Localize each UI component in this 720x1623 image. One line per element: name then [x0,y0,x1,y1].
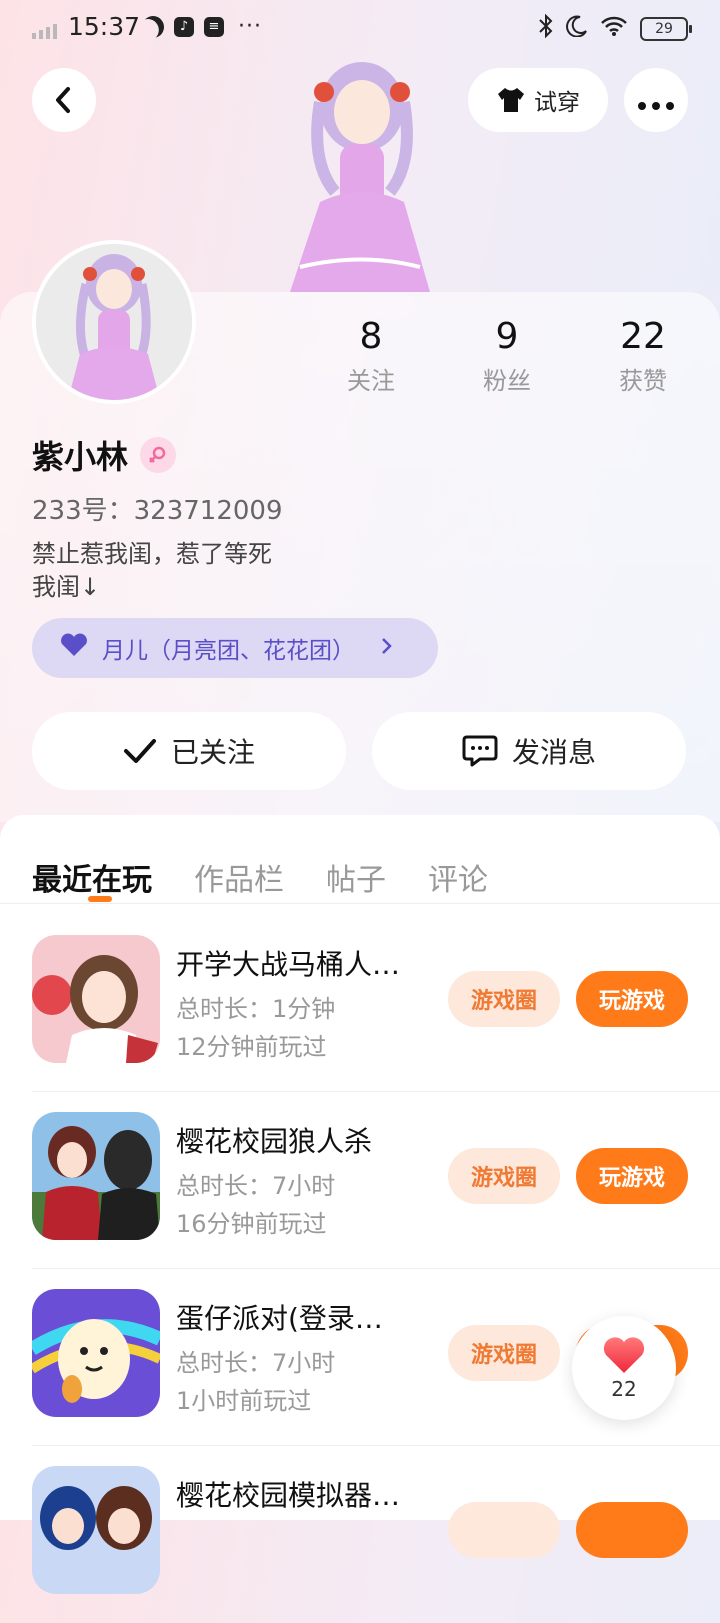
tab-comments[interactable]: 评论 [428,855,488,899]
stat-label: 关注 [347,367,395,395]
game-icon[interactable] [32,1112,160,1240]
stat-label: 获赞 [619,367,667,395]
group-badge[interactable]: 月儿（月亮团、花花团） [32,618,438,678]
game-circle-button[interactable]: 游戏圈 [448,1325,560,1381]
stat-number: 8 [359,316,383,357]
status-bar: 15:37 ♪ ≡ ··· 29 [0,0,720,56]
game-icon[interactable] [32,935,160,1063]
check-icon [123,739,156,763]
battery-icon: 29 [640,16,692,41]
bluetooth-icon [538,13,554,43]
username-row: 紫小林 [32,432,177,478]
chevron-left-icon [56,87,70,113]
play-game-button[interactable]: 玩游戏 [576,1148,688,1204]
stat-followers[interactable]: 9 粉丝 [452,316,562,396]
heart-icon [58,632,90,664]
back-button[interactable] [32,68,96,132]
bio-line: 我闺↓ [32,573,101,601]
avatar-figure[interactable] [280,52,440,292]
username: 紫小林 [32,438,129,476]
game-circle-button[interactable]: 游戏圈 [448,1148,560,1204]
play-game-button[interactable] [576,1502,688,1558]
stat-following[interactable]: 8 关注 [316,316,426,396]
tab-bar: 最近在玩 作品栏 帖子 评论 [32,855,488,899]
divider [0,903,720,904]
tab-posts[interactable]: 帖子 [326,855,386,899]
stat-label: 粉丝 [483,367,531,395]
bio: 禁止惹我闺，惹了等死 我闺↓ [32,538,272,604]
active-tab-indicator [88,896,112,902]
game-duration: 总时长：1分钟 [176,995,336,1023]
more-dots-icon [638,84,674,117]
stat-number: 22 [620,316,666,357]
game-row[interactable]: 樱花校园模拟器… [0,1446,720,1623]
chevron-right-icon [381,636,393,661]
app-notification-icon: ≡ [204,16,224,37]
bio-line: 禁止惹我闺，惹了等死 [32,540,272,568]
game-icon[interactable] [32,1466,160,1594]
like-count: 22 [611,1377,637,1401]
moon-icon [138,11,168,41]
game-row[interactable]: 樱花校园狼人杀 总时长：7小时 16分钟前玩过 游戏圈 玩游戏 [0,1092,720,1269]
try-on-button[interactable]: 试穿 [468,68,608,132]
more-notifications-icon: ··· [238,14,262,39]
game-circle-button[interactable] [448,1502,560,1558]
chat-bubble-icon [462,735,498,767]
game-icon[interactable] [32,1289,160,1417]
tshirt-icon [498,88,524,112]
user-id[interactable]: 233号：323712009 [32,490,283,527]
game-title: 樱花校园模拟器… [176,1479,401,1512]
stat-number: 9 [495,316,519,357]
tiktok-icon: ♪ [174,16,194,37]
game-title: 蛋仔派对(登录… [176,1302,383,1335]
play-game-button[interactable]: 玩游戏 [576,971,688,1027]
group-name: 月儿（月亮团、花花团） [102,638,355,664]
female-gender-icon [140,437,177,473]
following-label: 已关注 [170,736,255,769]
status-time: 15:37 [68,12,141,41]
game-duration: 总时长：7小时 [176,1349,336,1377]
signal-icon [32,24,57,39]
tab-works[interactable]: 作品栏 [194,855,284,899]
wifi-icon [600,15,628,42]
following-button[interactable]: 已关注 [32,712,346,790]
game-title: 开学大战马桶人… [176,948,401,981]
avatar[interactable] [32,240,196,404]
game-last-played: 12分钟前玩过 [176,1033,327,1061]
stat-likes[interactable]: 22 获赞 [588,316,698,396]
like-button[interactable]: 22 [572,1316,676,1420]
game-duration: 总时长：7小时 [176,1172,336,1200]
game-last-played: 16分钟前玩过 [176,1210,327,1238]
game-title: 樱花校园狼人杀 [176,1125,373,1158]
heart-icon [603,1337,645,1373]
game-circle-button[interactable]: 游戏圈 [448,971,560,1027]
game-row[interactable]: 开学大战马桶人… 总时长：1分钟 12分钟前玩过 游戏圈 玩游戏 [0,915,720,1092]
message-label: 发消息 [511,736,596,769]
game-last-played: 1小时前玩过 [176,1387,312,1415]
try-on-label: 试穿 [534,90,580,116]
more-options-button[interactable] [624,68,688,132]
tab-recently-played[interactable]: 最近在玩 [32,855,152,899]
moon-icon [566,15,588,42]
message-button[interactable]: 发消息 [372,712,686,790]
